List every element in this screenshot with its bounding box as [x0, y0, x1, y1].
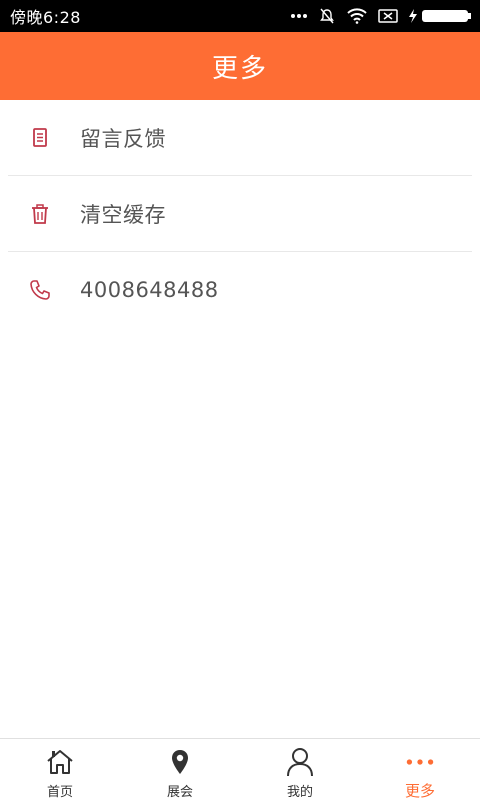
- menu-item-phone[interactable]: 4008648488: [8, 252, 472, 328]
- bottom-tab-bar: 首页 展会 我的 更多: [0, 738, 480, 801]
- tab-home[interactable]: 首页: [0, 739, 120, 801]
- menu-item-feedback[interactable]: 留言反馈: [8, 100, 472, 176]
- status-icons: [290, 7, 472, 25]
- page-title: 更多: [211, 53, 268, 84]
- tab-label: 展会: [166, 785, 193, 800]
- menu-list: 留言反馈 清空缓存 4008648488: [0, 100, 480, 328]
- menu-item-label: 留言反馈: [80, 126, 166, 151]
- phone-icon: [28, 278, 52, 302]
- more-status-icon: [290, 13, 308, 19]
- user-icon: [285, 747, 315, 777]
- menu-item-label: 清空缓存: [80, 202, 166, 227]
- tab-mine[interactable]: 我的: [240, 739, 360, 801]
- tab-label: 我的: [286, 785, 313, 800]
- more-dots-icon: [405, 747, 435, 776]
- tab-label: 首页: [46, 785, 73, 800]
- status-time: 傍晚6:28: [10, 8, 81, 27]
- phone-number: 4008648488: [80, 278, 219, 302]
- no-sim-icon: [378, 8, 398, 24]
- tab-more[interactable]: 更多: [360, 739, 480, 801]
- home-icon: [45, 747, 75, 777]
- document-icon: [28, 126, 52, 150]
- trash-icon: [28, 202, 52, 226]
- mute-icon: [318, 7, 336, 25]
- app-header: 更多: [0, 32, 480, 100]
- battery-charging-icon: [408, 8, 472, 24]
- wifi-icon: [346, 8, 368, 24]
- status-bar: 傍晚6:28: [0, 0, 480, 32]
- tab-label: 更多: [404, 782, 435, 800]
- tab-exhibition[interactable]: 展会: [120, 739, 240, 801]
- location-pin-icon: [165, 747, 195, 777]
- menu-item-clear-cache[interactable]: 清空缓存: [8, 176, 472, 252]
